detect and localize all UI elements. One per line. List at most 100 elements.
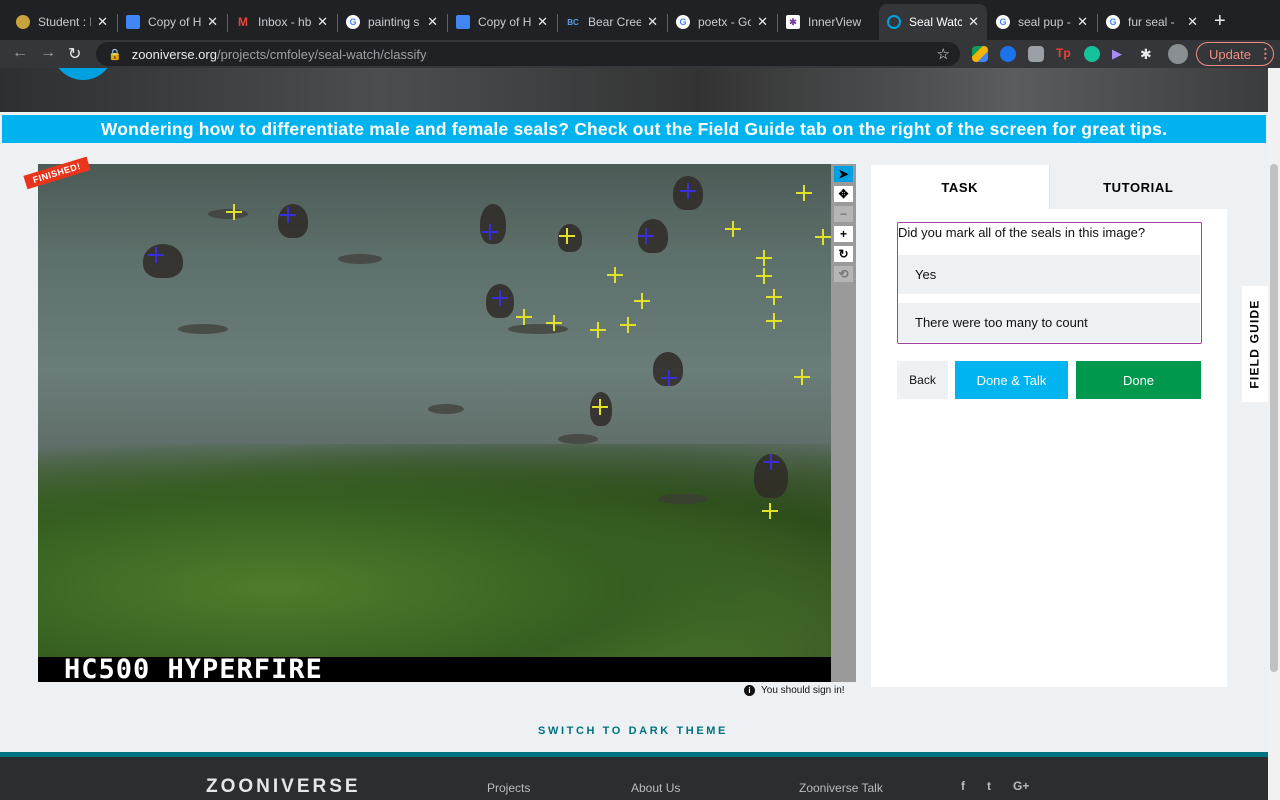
yellow-marker[interactable] (815, 229, 831, 245)
yellow-marker[interactable] (756, 268, 772, 284)
footer-link-about[interactable]: About Us (631, 781, 680, 795)
subject-image[interactable]: HC500 HYPERFIRE (38, 164, 831, 682)
browser-tab[interactable]: G fur seal - ✕ (1098, 7, 1206, 37)
innerview-icon: ✱ (786, 15, 800, 29)
camera-label: HC500 HYPERFIRE (64, 654, 323, 682)
browser-tab-active[interactable]: Seal Watc ✕ (879, 4, 987, 40)
blue-marker[interactable] (763, 454, 779, 470)
project-avatar[interactable] (52, 68, 114, 80)
yellow-marker[interactable] (620, 317, 636, 333)
yellow-marker[interactable] (794, 369, 810, 385)
forward-arrow-icon[interactable]: → (40, 44, 56, 62)
address-bar[interactable]: 🔒 zooniverse.org /projects/cmfoley/seal-… (96, 42, 960, 66)
field-guide-tab[interactable]: FIELD GUIDE (1242, 286, 1268, 402)
blue-marker[interactable] (482, 224, 498, 240)
browser-toolbar: ← → ↻ 🔒 zooniverse.org /projects/cmfoley… (0, 40, 1280, 68)
back-arrow-icon[interactable]: ← (12, 44, 28, 62)
lock-icon: 🔒 (108, 48, 122, 61)
browser-tab[interactable]: BC Bear Cree ✕ (558, 7, 666, 37)
yellow-marker[interactable] (559, 228, 575, 244)
yellow-marker[interactable] (607, 267, 623, 283)
field-guide-label: FIELD GUIDE (1248, 299, 1263, 389)
answer-too-many[interactable]: There were too many to count (898, 303, 1200, 342)
yellow-marker[interactable] (634, 293, 650, 309)
close-icon[interactable]: ✕ (317, 14, 328, 30)
pointer-tool-icon[interactable]: ➤ (834, 166, 853, 182)
page: Wondering how to differentiate male and … (0, 68, 1268, 800)
rotate-icon[interactable]: ↻ (834, 246, 853, 262)
yellow-marker[interactable] (590, 322, 606, 338)
yellow-marker[interactable] (762, 503, 778, 519)
yellow-marker[interactable] (725, 221, 741, 237)
page-scrollbar[interactable] (1268, 68, 1280, 800)
browser-tab-title: Inbox - hb (258, 15, 312, 29)
rock (428, 404, 464, 414)
meet-icon[interactable] (1000, 46, 1016, 62)
browser-tab[interactable]: G seal pup - ✕ (988, 7, 1096, 37)
zoom-in-icon[interactable]: + (834, 226, 853, 242)
footer-link-talk[interactable]: Zooniverse Talk (799, 781, 883, 795)
answer-yes[interactable]: Yes (898, 255, 1200, 294)
yellow-marker[interactable] (756, 250, 772, 266)
browser-tab[interactable]: Copy of H ✕ (118, 7, 226, 37)
zoom-out-icon[interactable]: − (834, 206, 853, 222)
docs-icon (456, 15, 470, 29)
bookmark-star-icon[interactable]: ☆ (937, 45, 950, 63)
grammarly-icon[interactable] (1084, 46, 1100, 62)
rock (178, 324, 228, 334)
blue-marker[interactable] (638, 228, 654, 244)
dark-theme-toggle[interactable]: SWITCH TO DARK THEME (0, 725, 1266, 737)
tp-extension-icon[interactable]: Tp (1056, 46, 1072, 62)
blue-marker[interactable] (661, 370, 677, 386)
yellow-marker[interactable] (226, 204, 242, 220)
zooniverse-icon (887, 15, 901, 29)
blue-marker[interactable] (280, 207, 296, 223)
browser-tab[interactable]: ✱ InnerView (778, 7, 878, 37)
new-tab-icon[interactable]: + (1214, 10, 1226, 33)
blue-marker[interactable] (492, 290, 508, 306)
footer-link-projects[interactable]: Projects (487, 781, 530, 795)
yellow-marker[interactable] (766, 289, 782, 305)
yellow-marker[interactable] (796, 185, 812, 201)
scrollbar-thumb[interactable] (1270, 164, 1278, 672)
reset-icon[interactable]: ⟲ (834, 266, 853, 282)
reload-icon[interactable]: ↻ (68, 44, 81, 64)
done-and-talk-button[interactable]: Done & Talk (955, 361, 1068, 399)
close-icon[interactable]: ✕ (1077, 14, 1088, 30)
close-icon[interactable]: ✕ (1187, 14, 1198, 30)
done-button[interactable]: Done (1076, 361, 1201, 399)
close-icon[interactable]: ✕ (968, 14, 979, 30)
puzzle-extensions-icon[interactable]: ✱ (1140, 46, 1156, 62)
yellow-marker[interactable] (766, 313, 782, 329)
pan-tool-icon[interactable]: ✥ (834, 186, 853, 202)
extension-icon[interactable] (1028, 46, 1044, 62)
zooniverse-logo[interactable]: ZOONIVERSE (206, 776, 361, 798)
blue-marker[interactable] (680, 183, 696, 199)
tab-tutorial[interactable]: TUTORIAL (1048, 165, 1227, 209)
browser-tab[interactable]: G painting s ✕ (338, 7, 446, 37)
tab-task[interactable]: TASK (871, 165, 1049, 209)
close-icon[interactable]: ✕ (97, 14, 108, 30)
google-icon: G (676, 15, 690, 29)
close-icon[interactable]: ✕ (757, 14, 768, 30)
drive-icon[interactable] (972, 46, 988, 62)
twitter-icon[interactable]: t (987, 779, 991, 793)
yellow-marker[interactable] (592, 399, 608, 415)
google-plus-icon[interactable]: G+ (1013, 779, 1029, 793)
avatar[interactable] (1168, 44, 1188, 64)
browser-tab[interactable]: Student : I ✕ (8, 7, 116, 37)
browser-tab[interactable]: G poetx - Go ✕ (668, 7, 776, 37)
browser-tab[interactable]: Copy of H ✕ (448, 7, 556, 37)
close-icon[interactable]: ✕ (647, 14, 658, 30)
cursor-extension-icon[interactable]: ▶ (1112, 46, 1128, 62)
yellow-marker[interactable] (546, 315, 562, 331)
blue-marker[interactable] (148, 247, 164, 263)
browser-tab[interactable]: M Inbox - hb ✕ (228, 7, 336, 37)
close-icon[interactable]: ✕ (537, 14, 548, 30)
facebook-icon[interactable]: f (961, 779, 965, 793)
back-button[interactable]: Back (897, 361, 948, 399)
close-icon[interactable]: ✕ (207, 14, 218, 30)
update-button[interactable]: Update ⋮ (1196, 42, 1274, 66)
yellow-marker[interactable] (516, 309, 532, 325)
close-icon[interactable]: ✕ (427, 14, 438, 30)
